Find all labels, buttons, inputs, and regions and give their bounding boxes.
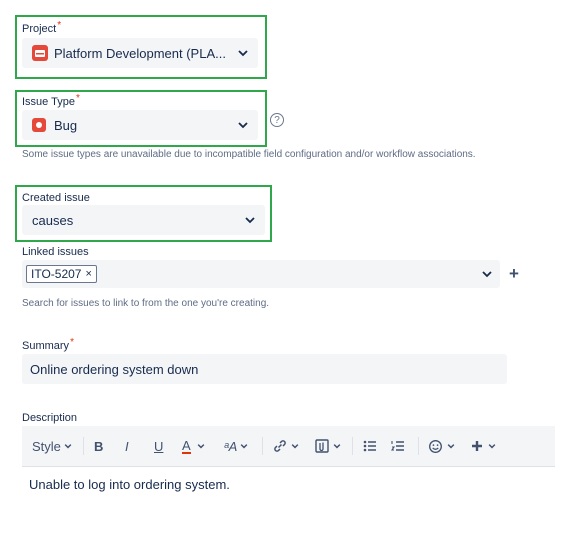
- help-icon[interactable]: ?: [270, 113, 284, 127]
- plus-icon: [472, 441, 482, 451]
- issue-type-required-mark: *: [76, 93, 80, 104]
- link-icon: [274, 440, 286, 452]
- created-issue-value: causes: [32, 212, 74, 228]
- help-icon-glyph: ?: [274, 114, 280, 126]
- toolbar-divider: [418, 437, 419, 455]
- toolbar-divider: [352, 437, 353, 455]
- emoji-icon: [429, 439, 442, 453]
- issue-type-select[interactable]: Bug: [22, 110, 258, 140]
- summary-required-mark: *: [70, 337, 74, 348]
- chevron-down-icon: [447, 444, 455, 449]
- bullet-list-button[interactable]: [362, 431, 378, 461]
- toolbar-divider: [262, 437, 263, 455]
- chevron-down-icon: [64, 444, 72, 449]
- bold-button[interactable]: B: [94, 431, 103, 461]
- description-editor: Style B I U A ᵃA Unable to log into orde…: [22, 426, 555, 511]
- issue-type-label-text: Issue Type: [22, 96, 75, 108]
- toolbar-divider: [83, 437, 84, 455]
- bullet-list-icon: [363, 440, 376, 452]
- summary-label: Summary*: [22, 337, 74, 352]
- description-toolbar: Style B I U A ᵃA: [22, 426, 555, 467]
- chevron-down-icon: [245, 217, 255, 224]
- project-value: Platform Development (PLA...: [54, 45, 226, 61]
- add-linked-issue-icon[interactable]: +: [509, 264, 519, 284]
- underline-glyph: U: [154, 438, 164, 454]
- project-required-mark: *: [57, 20, 62, 31]
- issue-type-help-text: Some issue types are unavailable due to …: [22, 149, 476, 160]
- chevron-down-icon: [238, 122, 248, 129]
- underline-button[interactable]: U: [154, 431, 163, 461]
- more-formatting-glyph: ᵃA: [224, 438, 238, 454]
- created-issue-label: Created issue: [22, 192, 90, 204]
- tag-remove-icon[interactable]: ×: [85, 268, 91, 280]
- linked-issue-tag[interactable]: ITO-5207 ×: [26, 265, 97, 283]
- insert-more-button[interactable]: [470, 431, 497, 461]
- style-dropdown[interactable]: Style: [32, 431, 73, 461]
- chevron-down-icon: [333, 444, 341, 449]
- style-dropdown-label: Style: [32, 438, 61, 454]
- summary-input[interactable]: Online ordering system down: [22, 354, 507, 384]
- more-formatting-button[interactable]: ᵃA: [224, 431, 249, 461]
- linked-issues-label: Linked issues: [22, 246, 89, 258]
- italic-button[interactable]: I: [125, 431, 129, 461]
- attachment-button[interactable]: [314, 431, 342, 461]
- text-color-glyph: A: [182, 437, 191, 454]
- emoji-button[interactable]: [428, 431, 456, 461]
- chevron-down-icon: [488, 444, 496, 449]
- chevron-down-icon: [240, 444, 248, 449]
- linked-issues-input[interactable]: ITO-5207 ×: [22, 260, 500, 288]
- project-select[interactable]: Platform Development (PLA...: [22, 38, 258, 68]
- bug-icon: [32, 118, 46, 132]
- linked-issue-tag-label: ITO-5207: [31, 267, 82, 281]
- chevron-down-icon: [482, 271, 492, 278]
- project-label: Project*: [22, 20, 62, 35]
- issue-type-value: Bug: [54, 117, 78, 133]
- summary-label-text: Summary: [22, 340, 70, 352]
- description-value: Unable to log into ordering system.: [29, 477, 230, 492]
- description-text-area[interactable]: Unable to log into ordering system.: [22, 467, 555, 511]
- chevron-down-icon: [238, 50, 248, 57]
- description-label: Description: [22, 412, 78, 424]
- project-label-text: Project: [22, 23, 57, 35]
- text-color-button[interactable]: A: [182, 431, 206, 461]
- issue-type-label: Issue Type*: [22, 93, 80, 108]
- summary-value: Online ordering system down: [30, 361, 199, 377]
- project-icon: [32, 45, 48, 61]
- linked-issues-help-text: Search for issues to link to from the on…: [22, 298, 270, 309]
- chevron-down-icon: [197, 444, 205, 449]
- attachment-icon: [315, 439, 329, 453]
- created-issue-select[interactable]: causes: [22, 205, 265, 235]
- chevron-down-icon: [291, 444, 299, 449]
- bold-glyph: B: [94, 438, 104, 454]
- link-button[interactable]: [272, 431, 300, 461]
- italic-glyph: I: [125, 438, 129, 454]
- numbered-list-button[interactable]: [390, 431, 406, 461]
- numbered-list-icon: [390, 441, 404, 451]
